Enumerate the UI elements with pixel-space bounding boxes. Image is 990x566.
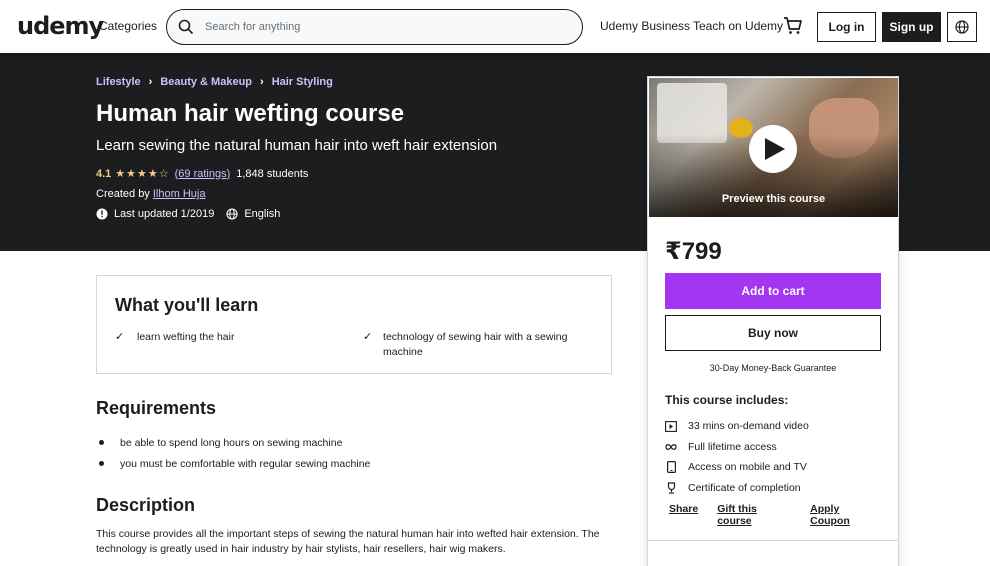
add-to-cart-button[interactable]: Add to cart	[665, 273, 881, 309]
description-title: Description	[96, 495, 196, 515]
course-language: English	[226, 208, 280, 220]
last-updated: Last updated 1/2019	[96, 208, 214, 220]
list-item: Full lifetime access	[665, 437, 809, 458]
list-item: Certificate of completion	[665, 478, 809, 499]
students-count: 1,848 students	[236, 167, 309, 180]
bullet-icon	[99, 440, 104, 445]
course-subtitle: Learn sewing the natural human hair into…	[96, 137, 498, 154]
udemy-logo[interactable]: udemy	[17, 12, 104, 40]
search-icon[interactable]	[178, 19, 194, 35]
check-icon: ✓	[363, 331, 373, 343]
preview-label: Preview this course	[721, 193, 826, 205]
course-title: Human hair wefting course	[96, 100, 405, 127]
video-icon	[665, 420, 677, 432]
udemy-business-link[interactable]: Udemy Business	[600, 19, 690, 33]
chevron-right-icon: ›	[148, 76, 153, 88]
login-button[interactable]: Log in	[817, 12, 876, 42]
list-item: 33 mins on-demand video	[665, 416, 809, 437]
list-item: be able to spend long hours on sewing ma…	[96, 432, 370, 453]
includes-title: This course includes:	[665, 393, 789, 407]
what-youll-learn-box: What you'll learn ✓ learn wefting the ha…	[96, 275, 612, 374]
list-item: Access on mobile and TV	[665, 457, 809, 478]
course-price: ₹799	[665, 238, 722, 265]
play-icon	[765, 138, 785, 160]
check-icon: ✓	[115, 331, 125, 343]
share-link[interactable]: Share	[669, 503, 698, 527]
purchase-card: Preview this course ₹799 Add to cart Buy…	[647, 76, 899, 566]
list-item: ✓ technology of sewing hair with a sewin…	[363, 331, 568, 358]
card-actions: Share Gift this course Apply Coupon	[669, 503, 898, 527]
breadcrumb-beauty-makeup[interactable]: Beauty & Makeup	[160, 76, 252, 88]
rating-row: 4.1 ★★★★☆ (69 ratings) 1,848 students	[96, 167, 309, 181]
learn-title: What you'll learn	[115, 295, 259, 315]
created-by: Created by Ilhom Huja	[96, 188, 205, 200]
author-link[interactable]: Ilhom Huja	[153, 188, 206, 200]
ratings-count-link[interactable]: (69 ratings)	[175, 168, 231, 180]
requirements-list: be able to spend long hours on sewing ma…	[96, 432, 370, 474]
play-button[interactable]	[749, 125, 797, 173]
search-bar[interactable]	[166, 9, 583, 45]
signup-button[interactable]: Sign up	[882, 12, 941, 42]
list-item: ✓ learn wefting the hair	[115, 331, 235, 343]
teach-on-udemy-link[interactable]: Teach on Udemy	[693, 19, 783, 33]
language-button[interactable]	[947, 12, 977, 42]
money-back-guarantee: 30-Day Money-Back Guarantee	[709, 363, 837, 373]
globe-icon	[955, 20, 969, 34]
requirements-title: Requirements	[96, 398, 217, 418]
course-preview-video[interactable]: Preview this course	[649, 78, 898, 217]
gift-course-link[interactable]: Gift this course	[717, 503, 791, 527]
categories-link[interactable]: Categories	[99, 19, 157, 33]
includes-list: 33 mins on-demand video Full lifetime ac…	[665, 416, 809, 498]
breadcrumb-lifestyle[interactable]: Lifestyle	[96, 76, 141, 88]
mobile-icon	[665, 461, 677, 474]
description-text: This course provides all the important s…	[96, 528, 600, 555]
search-input[interactable]	[205, 18, 565, 36]
alert-icon	[96, 208, 108, 220]
star-rating-icon: ★★★★☆	[115, 168, 170, 180]
infinity-icon	[665, 441, 677, 453]
chevron-right-icon: ›	[260, 76, 264, 88]
bullet-icon	[99, 461, 104, 466]
buy-now-button[interactable]: Buy now	[665, 315, 881, 351]
trophy-icon	[665, 482, 677, 494]
rating-value: 4.1	[96, 167, 112, 180]
breadcrumb-hair-styling[interactable]: Hair Styling	[272, 76, 333, 88]
globe-icon	[226, 208, 238, 220]
breadcrumb: Lifestyle › Beauty & Makeup › Hair Styli…	[96, 76, 333, 88]
divider	[648, 540, 898, 541]
course-meta: Last updated 1/2019 English	[96, 208, 292, 220]
top-header: udemy Categories Udemy Business Teach on…	[0, 0, 990, 53]
cart-icon[interactable]	[783, 16, 803, 36]
created-by-label: Created by	[96, 188, 150, 200]
list-item: you must be comfortable with regular sew…	[96, 453, 370, 474]
apply-coupon-link[interactable]: Apply Coupon	[810, 503, 879, 527]
